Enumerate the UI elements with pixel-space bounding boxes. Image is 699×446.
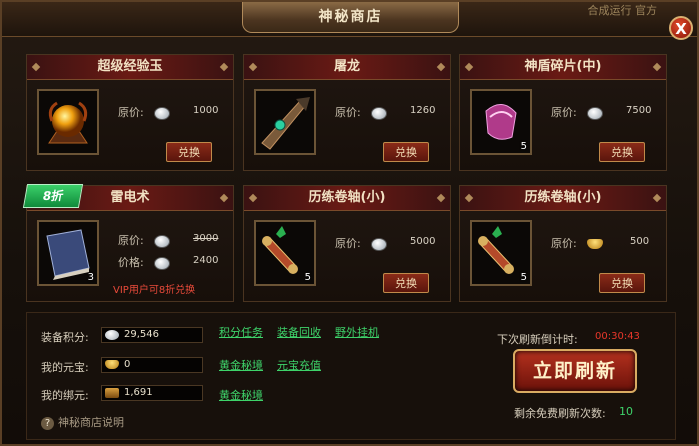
exchange-button[interactable]: 兑换 — [383, 142, 429, 162]
item-icon-slot[interactable]: 5 — [470, 220, 532, 286]
item-icon-slot[interactable]: 5 — [254, 220, 316, 286]
original-price-label: 原价: — [118, 234, 144, 247]
shop-item-card: 屠龙 原价: 1260 兑换 — [243, 54, 451, 171]
original-price: 3000 — [193, 233, 219, 244]
bound-gold-icon — [105, 388, 119, 398]
silver-coin-icon — [586, 106, 603, 120]
mystery-shop-window: 神秘商店 合成运行 官方 X 游戏 超级经验玉 原价: 1000 兑换 屠龙 — [0, 0, 699, 446]
item-name: 屠龙 — [244, 55, 450, 80]
original-price-row: 原价: — [118, 232, 170, 248]
refresh-now-button[interactable]: 立即刷新 — [513, 349, 637, 393]
item-name: 神盾碎片(中) — [460, 55, 666, 80]
original-price-row: 原价: — [335, 104, 387, 120]
help-text: 神秘商店说明 — [58, 416, 124, 429]
refresh-timer-value: 00:30:43 — [595, 331, 640, 342]
original-price: 1260 — [410, 105, 436, 116]
free-refresh-label: 剩余免费刷新次数: — [514, 407, 606, 420]
item-quantity: 5 — [304, 272, 311, 283]
refresh-timer-label: 下次刷新倒计时: — [497, 333, 578, 346]
points-value: 29,546 — [124, 329, 159, 340]
bound-gold-value: 1,691 — [124, 387, 153, 398]
original-price-label: 原价: — [118, 106, 144, 119]
vip-discount-note: VIP用户可8折兑换 — [113, 285, 196, 296]
original-price-label: 原价: — [335, 106, 361, 119]
shop-item-card: 超级经验玉 原价: 1000 兑换 — [26, 54, 234, 171]
original-price: 7500 — [626, 105, 652, 116]
original-price-row: 原价: — [551, 235, 603, 251]
exchange-button[interactable]: 兑换 — [383, 273, 429, 293]
gold-value-field: 0 — [101, 357, 203, 373]
item-icon-slot[interactable] — [37, 89, 99, 155]
item-icon-slot[interactable]: 5 — [470, 89, 532, 155]
points-label: 装备积分: — [41, 331, 89, 344]
shop-item-card: 历练卷轴(小) 5 原价: 500 兑换 — [459, 185, 667, 302]
item-icon-slot[interactable] — [254, 89, 316, 155]
item-quantity: 3 — [87, 272, 94, 283]
bound-gold-value-field: 1,691 — [101, 385, 203, 401]
free-refresh-count: 10 — [619, 405, 633, 418]
silver-coin-icon — [153, 106, 170, 120]
original-price-row: 原价: — [118, 104, 170, 120]
gold-ingot-icon — [105, 360, 119, 369]
shop-item-card: 8折 雷电术 3 原价: 3000 价格: 2400 VIP用户可8折兑换 — [22, 184, 234, 302]
item-quantity: 5 — [520, 272, 527, 283]
silver-coin-icon — [370, 106, 387, 120]
equip-recycle-link[interactable]: 装备回收 — [277, 324, 321, 340]
item-icon-slot[interactable]: 3 — [37, 220, 99, 286]
close-button[interactable]: X — [669, 16, 693, 40]
wallet-panel: 装备积分: 29,546 积分任务 装备回收 野外挂机 我的元宝: 0 黄金秘境… — [26, 312, 676, 440]
title-bar: 神秘商店 合成运行 官方 — [2, 2, 697, 37]
bound-gold-label: 我的绑元: — [41, 389, 89, 402]
shop-item-card: 神盾碎片(中) 5 原价: 7500 兑换 — [459, 54, 667, 171]
window-title: 神秘商店 — [242, 2, 459, 33]
discount-price-row: 价格: — [118, 254, 170, 270]
dragon-sword-icon — [261, 97, 310, 150]
gold-chest-link[interactable]: 黄金秘境 — [219, 357, 263, 373]
afk-link[interactable]: 野外挂机 — [335, 324, 379, 340]
gold-chest-link[interactable]: 黄金秘境 — [219, 387, 263, 403]
silver-coin-icon — [370, 237, 387, 251]
exchange-button[interactable]: 兑换 — [599, 142, 645, 162]
shop-item-card: 历练卷轴(小) 5 原价: 5000 兑换 — [243, 185, 451, 302]
top-decoration-text: 合成运行 官方 — [587, 4, 658, 17]
points-value-field: 29,546 — [101, 327, 203, 343]
item-name: 超级经验玉 — [27, 55, 233, 80]
original-price: 500 — [630, 236, 650, 247]
gold-value: 0 — [124, 359, 131, 370]
discount-badge: 8折 — [22, 184, 84, 208]
item-quantity: 5 — [520, 141, 527, 152]
original-price: 5000 — [410, 236, 436, 247]
recharge-link[interactable]: 元宝充值 — [277, 357, 321, 373]
gold-ingot-icon — [586, 239, 603, 249]
gold-label: 我的元宝: — [41, 361, 89, 374]
price-label: 价格: — [118, 256, 144, 269]
exchange-button[interactable]: 兑换 — [166, 142, 212, 162]
original-price-label: 原价: — [335, 237, 361, 250]
question-icon: ? — [41, 417, 54, 430]
silver-coin-icon — [153, 256, 170, 270]
help-link[interactable]: ? 神秘商店说明 — [41, 414, 124, 430]
original-price: 1000 — [193, 105, 219, 116]
silver-coin-icon — [105, 330, 119, 340]
discount-price: 2400 — [193, 255, 219, 266]
silver-coin-icon — [153, 234, 170, 248]
golden-orb-icon — [48, 101, 88, 144]
item-name: 历练卷轴(小) — [460, 186, 666, 211]
original-price-label: 原价: — [551, 237, 577, 250]
original-price-row: 原价: — [335, 235, 387, 251]
points-task-link[interactable]: 积分任务 — [219, 324, 263, 340]
item-name: 历练卷轴(小) — [244, 186, 450, 211]
exchange-button[interactable]: 兑换 — [599, 273, 645, 293]
original-price-label: 原价: — [551, 106, 577, 119]
original-price-row: 原价: — [551, 104, 603, 120]
